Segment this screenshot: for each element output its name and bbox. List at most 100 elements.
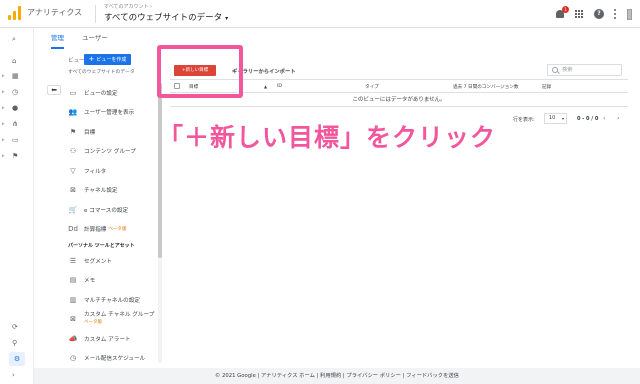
menu-item-label: ビューの設定 [84, 90, 118, 97]
users-icon: 👥 [68, 108, 78, 117]
new-goal-highlight-box [157, 45, 243, 98]
calculated-metrics-icon: Dd [68, 225, 78, 234]
search-icon [552, 67, 558, 73]
top-bar-actions: 1 ? [555, 5, 632, 21]
channel-grouping-icon: ⊠ [70, 314, 76, 323]
rows-per-page-value: 10 [549, 115, 556, 121]
notification-badge: 1 [562, 5, 569, 13]
bar-chart-icon: ▥ [69, 295, 77, 304]
search-icon[interactable]: ⌕ [7, 32, 27, 46]
help-icon[interactable]: ? [594, 9, 604, 19]
menu-custom-channel-grouping[interactable]: ⊠ カスタム チャネル グループ ベータ版 [68, 310, 159, 330]
more-options-icon[interactable] [614, 9, 617, 19]
menu-item-label: マルチチャネルの設定 [84, 297, 140, 304]
menu-scheduled-emails[interactable]: ◷ メール配信スケジュール [68, 349, 159, 369]
tab-user[interactable]: ユーザー [82, 32, 108, 47]
instruction-callout: 「＋新しい目標」をクリック [158, 123, 497, 152]
property-view-selector[interactable]: すべてのウェブサイトのデータ ▾ [104, 11, 228, 23]
menu-view-settings[interactable]: ▭ ビューの設定 [68, 83, 159, 103]
discover-icon[interactable]: ⚲ [7, 336, 27, 350]
create-view-button[interactable]: + ビューを作成 [84, 54, 131, 65]
home-icon[interactable]: ⌂ [7, 54, 27, 68]
search-input[interactable]: 検索 [547, 64, 622, 76]
column-header-conversions[interactable]: 過去 7 日間のコンバージョン数 [453, 84, 518, 90]
behavior-icon[interactable]: ▸ ▭ [2, 133, 27, 147]
filter-icon: ▽ [70, 166, 76, 175]
header-divider [95, 5, 96, 23]
menu-item-label: カスタム チャネル グループ [84, 312, 155, 319]
menu-item-label: e コマースの設定 [84, 207, 129, 214]
column-header-record[interactable]: 記録 [542, 84, 551, 90]
menu-calculated-metrics[interactable]: Dd 計算指標 ベータ版 [68, 220, 159, 240]
account-breadcrumb[interactable]: すべてのアカウント › [104, 3, 152, 10]
menu-scrollbar-thumb[interactable] [158, 83, 162, 258]
menu-filters[interactable]: ▽ フィルタ [68, 161, 159, 181]
menu-item-label: カスタム アラート [84, 336, 131, 343]
menu-segments[interactable]: ☰ セグメント [68, 251, 159, 271]
menu-goals[interactable]: ⚑ 目標 [68, 122, 159, 142]
view-selector[interactable]: すべてのウェブサイトのデータ [68, 68, 135, 75]
view-admin-menu: ▭ ビューの設定 👥 ユーザー管理を表示 ⚑ 目標 ⚇ コンテンツ グループ ▽ フィルタ… [68, 83, 159, 368]
attribution-icon[interactable]: ⟳ [7, 320, 27, 334]
plus-icon: + [88, 55, 95, 63]
acquisition-icon[interactable]: ▸ ⋔ [2, 117, 27, 131]
next-page-icon[interactable]: › [617, 115, 619, 122]
page-footer: © 2021 Google | アナリティクス ホーム | 利用規約 | プライ… [34, 368, 640, 384]
previous-page-icon[interactable]: ‹ [603, 115, 605, 122]
notifications-bell-icon[interactable]: 1 [555, 5, 569, 20]
menu-user-management[interactable]: 👥 ユーザー管理を表示 [68, 103, 159, 123]
menu-annotations[interactable]: ▤ メモ [68, 271, 159, 291]
back-arrow-icon[interactable]: ⬅ [47, 85, 61, 95]
menu-item-label: 目標 [84, 129, 96, 136]
beta-badge: ベータ版 [84, 320, 102, 326]
cart-icon: 🛒 [68, 205, 78, 214]
search-placeholder: 検索 [562, 67, 573, 73]
megaphone-icon: 📣 [68, 334, 78, 343]
menu-item-label: ユーザー管理を表示 [84, 110, 135, 117]
analytics-logo-icon[interactable] [8, 6, 22, 20]
channel-settings-icon: ⊠ [70, 186, 76, 195]
rows-per-page-label: 行を表示: [513, 117, 535, 123]
menu-custom-alerts[interactable]: 📣 カスタム アラート [68, 329, 159, 349]
account-avatar[interactable] [627, 8, 632, 20]
view-settings-icon: ▭ [69, 88, 77, 97]
admin-tabs: 管理 ユーザー [34, 28, 640, 49]
section-header-personal-tools: パーソナル ツールとアセット [68, 242, 135, 249]
menu-item-label: セグメント [84, 258, 112, 265]
create-view-label: ビューを作成 [96, 57, 127, 63]
apps-grid-icon[interactable] [575, 9, 584, 19]
segments-icon: ☰ [69, 256, 77, 265]
expand-nav-icon[interactable]: › [7, 368, 27, 382]
menu-ecommerce[interactable]: 🛒 e コマースの設定 [68, 200, 159, 220]
view-column-label: ビュー [68, 58, 85, 64]
menu-item-label: コンテンツ グループ [84, 149, 136, 156]
clock-icon: ◷ [69, 354, 77, 363]
app-name: アナリティクス [27, 8, 83, 17]
column-header-id[interactable]: ID [277, 84, 282, 89]
chevron-down-icon: ▾ [225, 15, 229, 22]
sort-ascending-icon[interactable]: ▲ [264, 84, 267, 89]
dashboard-icon[interactable]: ▸ ▦ [2, 69, 27, 83]
menu-item-label: メモ [84, 278, 96, 285]
chevron-down-icon: ▾ [561, 116, 564, 121]
menu-channel-settings[interactable]: ⊠ チャネル設定 [68, 181, 159, 201]
beta-badge: ベータ版 [108, 227, 127, 233]
menu-item-label: メール配信スケジュール [84, 356, 146, 363]
column-header-type[interactable]: タイプ [365, 84, 379, 90]
gear-icon[interactable]: ⚙ [9, 352, 25, 366]
view-admin-column: ビュー + ビューを作成 すべてのウェブサイトのデータ ⬅ ▭ ビューの設定 👥 ユー… [34, 48, 162, 368]
menu-content-grouping[interactable]: ⚇ コンテンツ グループ [68, 142, 159, 162]
page-range: 0 - 0 / 0 [577, 116, 599, 122]
property-view-label: すべてのウェブサイトのデータ [104, 13, 223, 23]
content-grouping-icon: ⚇ [69, 147, 77, 156]
menu-item-label: チャネル設定 [84, 188, 118, 195]
person-icon[interactable]: ▸ ● [2, 101, 27, 115]
tab-admin[interactable]: 管理 [51, 32, 64, 49]
clock-icon[interactable]: ▸ ◷ [2, 85, 27, 99]
annotations-icon: ▤ [69, 276, 77, 285]
rows-per-page-select[interactable]: 10 ▾ [544, 113, 567, 124]
menu-multichannel[interactable]: ▥ マルチチャネルの設定 [68, 290, 159, 310]
flag-icon[interactable]: ▸ ⚑ [2, 149, 27, 163]
top-bar: アナリティクス すべてのアカウント › すべてのウェブサイトのデータ ▾ 1 ? [0, 0, 640, 28]
menu-item-label: フィルタ [84, 168, 107, 175]
